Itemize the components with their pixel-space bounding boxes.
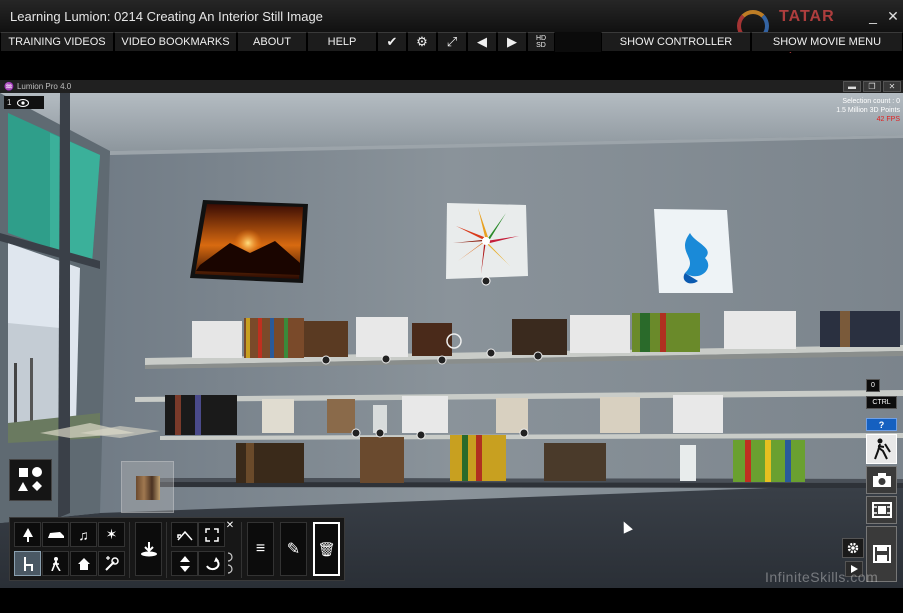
- about-button[interactable]: ABOUT: [237, 32, 307, 52]
- rotate-small-icon[interactable]: [225, 551, 235, 576]
- stats-overlay: Selection count : 0 1.5 Million 3D Point…: [836, 97, 900, 124]
- object-category-button[interactable]: [9, 459, 52, 501]
- toolbar-divider: [241, 522, 242, 578]
- lumion-logo-icon: ♒: [4, 82, 14, 91]
- toolbar-divider: [129, 522, 130, 578]
- special-tools-icon[interactable]: [98, 551, 125, 576]
- help-button[interactable]: HELP: [307, 32, 377, 52]
- sound-music-icon[interactable]: ♫: [70, 522, 97, 547]
- lumion-title-bar: ♒ Lumion Pro 4.0 ▬ ❐ ✕: [0, 80, 903, 93]
- interior-scene: [0, 93, 903, 588]
- transport-car-icon[interactable]: [42, 522, 69, 547]
- next-icon[interactable]: ▶: [497, 32, 527, 52]
- sd-label: SD: [536, 42, 546, 49]
- scale-object-icon[interactable]: [198, 522, 225, 547]
- movie-mode-film-icon[interactable]: [866, 496, 897, 524]
- selection-count: Selection count : 0: [842, 98, 900, 105]
- eye-icon[interactable]: [17, 98, 30, 107]
- indoor-chair-icon[interactable]: [14, 551, 41, 576]
- 3d-viewport[interactable]: 1 Selection count : 0 1.5 Million 3D Poi…: [0, 93, 903, 588]
- training-videos-button[interactable]: TRAINING VIDEOS: [0, 32, 114, 52]
- zero-button[interactable]: 0: [866, 379, 880, 392]
- effects-sparkle-icon[interactable]: ✶: [98, 522, 125, 547]
- ctrl-button[interactable]: CTRL: [866, 396, 897, 409]
- edit-pencil-icon[interactable]: ✎: [280, 522, 307, 576]
- shapes-icon: [18, 467, 42, 491]
- book-thumbnail-image: [136, 476, 160, 500]
- hd-sd-toggle[interactable]: HD SD: [527, 32, 555, 52]
- lumion-close-button[interactable]: ✕: [883, 81, 901, 92]
- photo-mode-camera-icon[interactable]: [866, 466, 897, 494]
- show-movie-menu-button[interactable]: SHOW MOVIE MENU: [751, 32, 903, 52]
- title-bar: Learning Lumion: 0214 Creating An Interi…: [0, 0, 903, 32]
- window-title: Learning Lumion: 0214 Creating An Interi…: [10, 8, 323, 24]
- outdoor-house-icon[interactable]: [70, 551, 97, 576]
- list-icon[interactable]: ≡: [247, 522, 274, 576]
- layer-number: 1: [7, 98, 12, 107]
- menu-bar: TRAINING VIDEOS VIDEO BOOKMARKS ABOUT HE…: [0, 32, 903, 52]
- delete-trash-icon[interactable]: 🗑: [313, 522, 340, 576]
- previous-icon[interactable]: ◀: [467, 32, 497, 52]
- fullscreen-icon[interactable]: ⤢: [437, 32, 467, 52]
- help-question-button[interactable]: ?: [866, 418, 897, 431]
- video-player: Learning Lumion: 0214 Creating An Interi…: [0, 0, 903, 613]
- nature-tree-icon[interactable]: [14, 522, 41, 547]
- show-controller-button[interactable]: SHOW CONTROLLER: [601, 32, 751, 52]
- infiniteskills-watermark: InfiniteSkills.com: [765, 569, 879, 585]
- rotate-object-icon[interactable]: [198, 551, 225, 576]
- settings-gear-icon[interactable]: [842, 538, 864, 558]
- close-button[interactable]: ✕: [883, 6, 903, 26]
- build-mode-icon[interactable]: [866, 434, 897, 464]
- toolbar-divider: [166, 522, 167, 578]
- gear-icon[interactable]: ⚙: [407, 32, 437, 52]
- move-object-icon[interactable]: [171, 522, 198, 547]
- lumion-minimize-button[interactable]: ▬: [843, 81, 861, 92]
- painting-feathers: [446, 203, 528, 286]
- painting-blue-ink: [654, 209, 733, 293]
- menu-spacer: [555, 32, 601, 52]
- point-count: 1.5 Million 3D Points: [836, 107, 900, 114]
- minimize-button[interactable]: _: [863, 6, 883, 26]
- selected-object-thumbnail[interactable]: [121, 461, 174, 513]
- lumion-restore-button[interactable]: ❐: [863, 81, 881, 92]
- checkmark-icon[interactable]: ✔: [377, 32, 407, 52]
- video-bookmarks-button[interactable]: VIDEO BOOKMARKS: [114, 32, 237, 52]
- object-toolbar: ♫ ✶ ✕ ≡ ✎ 🗑: [9, 517, 345, 581]
- lumion-title: Lumion Pro 4.0: [16, 82, 72, 91]
- layer-indicator[interactable]: 1: [4, 96, 44, 109]
- fps-counter: 42 FPS: [876, 116, 900, 123]
- height-adjust-icon[interactable]: [171, 551, 198, 576]
- painting-sunset: [190, 200, 308, 283]
- hd-label: HD: [535, 35, 547, 42]
- people-walking-icon[interactable]: [42, 551, 69, 576]
- place-object-icon[interactable]: [135, 522, 162, 576]
- toolbar-close-icon[interactable]: ✕: [225, 520, 235, 531]
